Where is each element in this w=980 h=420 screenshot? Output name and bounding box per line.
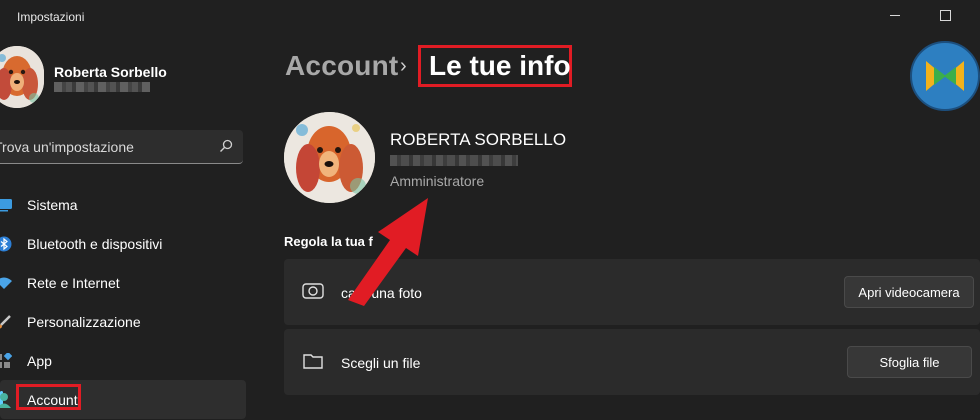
brush-icon [0, 315, 11, 329]
search-input[interactable]: Trova un'impostazione [0, 130, 243, 164]
app-title: Impostazioni [17, 10, 85, 24]
row-label: Scegli un file [341, 355, 421, 371]
sidebar-item-account[interactable]: Account [0, 380, 246, 419]
sidebar-item-sistema[interactable]: Sistema [0, 185, 246, 224]
apps-icon [0, 353, 12, 368]
profile-email-redacted [390, 155, 518, 166]
minimize-button[interactable] [872, 0, 918, 30]
breadcrumb-separator: › [400, 55, 407, 77]
breadcrumb-parent[interactable]: Account [285, 50, 398, 82]
user-name: Roberta Sorbello [54, 64, 167, 80]
page-title: Le tue info [429, 50, 571, 81]
sidebar-item-app[interactable]: App [0, 341, 246, 380]
monitor-icon [0, 199, 12, 212]
sidebar-item-label: Rete e Internet [27, 275, 120, 291]
account-icon [0, 393, 11, 408]
user-email-redacted [54, 82, 150, 92]
sidebar-item-label: Sistema [27, 197, 78, 213]
maximize-button[interactable] [922, 0, 968, 30]
open-camera-button[interactable]: Apri videocamera [844, 276, 974, 308]
minimize-icon [890, 14, 900, 16]
folder-icon [303, 354, 323, 369]
sidebar-nav: Sistema Bluetooth e dispositivi Rete e I… [0, 185, 246, 419]
bluetooth-icon [0, 236, 12, 252]
sidebar-item-label: Bluetooth e dispositivi [27, 236, 163, 252]
search-icon [220, 139, 233, 152]
avatar [0, 46, 44, 108]
sidebar-item-label: Personalizzazione [27, 314, 141, 330]
title-bar: Impostazioni [0, 0, 980, 34]
brand-logo-icon [910, 41, 980, 111]
profile-name: ROBERTA SORBELLO [390, 130, 567, 149]
sidebar-item-label: Account [27, 392, 78, 408]
search-placeholder: Trova un'impostazione [0, 139, 134, 155]
sidebar-item-label: App [27, 353, 52, 369]
sidebar-item-bluetooth[interactable]: Bluetooth e dispositivi [0, 224, 246, 263]
sidebar-item-personalizzazione[interactable]: Personalizzazione [0, 302, 246, 341]
browse-files-button[interactable]: Sfoglia file [847, 346, 972, 378]
annotation-arrow-icon [348, 198, 428, 306]
maximize-icon [939, 9, 951, 21]
choose-file-row: Scegli un file Sfoglia file [284, 329, 980, 395]
wifi-icon [0, 277, 12, 289]
profile-role: Amministratore [390, 173, 485, 189]
camera-icon [302, 283, 324, 299]
sidebar-item-rete[interactable]: Rete e Internet [0, 263, 246, 302]
